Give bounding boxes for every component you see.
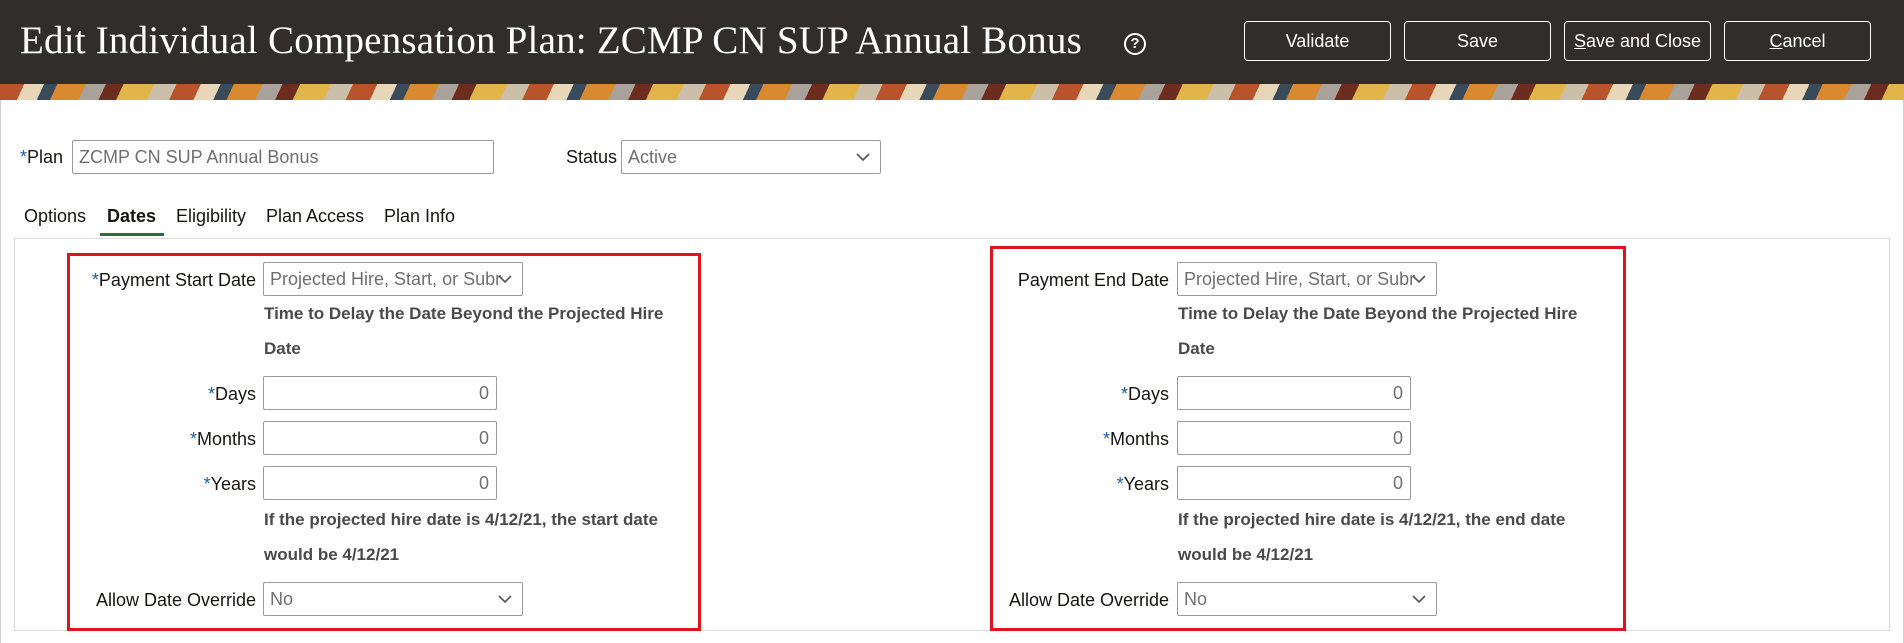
save-and-close-label: ave and Close [1585,31,1702,51]
payment-end-date-label: Payment End Date [1017,270,1169,290]
plan-label: *Plan [20,147,64,167]
plan-input[interactable]: ZCMP CN SUP Annual Bonus [72,140,494,174]
start-delay-heading: Time to Delay the Date Beyond the Projec… [264,304,664,358]
tab-plan-access[interactable]: Plan Access [266,206,364,227]
start-months-input[interactable]: 0 [263,421,497,455]
start-example-text: If the projected hire date is 4/12/21, t… [264,510,658,564]
decorative-banner [0,84,1904,100]
validate-button[interactable]: Validate [1244,21,1391,61]
tab-options[interactable]: Options [24,206,86,227]
end-allow-override-label: Allow Date Override [1008,590,1169,610]
active-tab-indicator [100,233,164,236]
payment-end-date-value: Projected Hire, Start, or Subr [1184,269,1416,289]
start-allow-override-value: No [270,589,294,609]
end-months-label: *Months [1102,429,1169,449]
cancel-button[interactable]: Cancel [1724,21,1871,61]
end-example-text: If the projected hire date is 4/12/21, t… [1178,510,1566,564]
end-allow-override-value: No [1184,589,1208,609]
payment-start-date-label: *Payment Start Date [91,270,256,290]
tab-dates[interactable]: Dates [107,206,156,227]
chevron-down-icon [1412,583,1428,615]
tab-plan-info[interactable]: Plan Info [384,206,455,227]
start-months-label: *Months [189,429,256,449]
start-days-label: *Days [207,384,256,404]
end-months-input[interactable]: 0 [1177,421,1411,455]
start-years-input[interactable]: 0 [263,466,497,500]
status-select[interactable]: Active [621,140,881,174]
tab-eligibility[interactable]: Eligibility [176,206,246,227]
status-value: Active [628,147,678,167]
help-icon[interactable]: ? [1124,33,1146,55]
start-allow-override-select[interactable]: No [263,582,523,616]
cancel-label: ancel [1782,31,1826,51]
chevron-down-icon [498,583,514,615]
payment-start-date-value: Projected Hire, Start, or Subr [270,269,502,289]
page-title: Edit Individual Compensation Plan: ZCMP … [20,19,1082,62]
save-and-close-button[interactable]: Save and Close [1564,21,1711,61]
end-years-input[interactable]: 0 [1177,466,1411,500]
chevron-down-icon [1412,263,1428,295]
cancel-mnemonic: C [1769,31,1783,51]
chevron-down-icon [498,263,514,295]
payment-start-date-select[interactable]: Projected Hire, Start, or Subr [263,262,523,296]
payment-end-date-select[interactable]: Projected Hire, Start, or Subr [1177,262,1437,296]
start-days-input[interactable]: 0 [263,376,497,410]
page-header: Edit Individual Compensation Plan: ZCMP … [0,0,1904,84]
start-allow-override-label: Allow Date Override [95,590,256,610]
end-delay-heading: Time to Delay the Date Beyond the Projec… [1178,304,1578,358]
chevron-down-icon [856,141,872,173]
end-days-label: *Days [1120,384,1169,404]
end-days-input[interactable]: 0 [1177,376,1411,410]
end-allow-override-select[interactable]: No [1177,582,1437,616]
save-and-close-mnemonic: S [1573,31,1586,51]
required-marker: * [20,147,28,167]
save-button[interactable]: Save [1404,21,1551,61]
end-years-label: *Years [1116,474,1169,494]
status-label: Status [566,147,618,167]
start-years-label: *Years [203,474,256,494]
